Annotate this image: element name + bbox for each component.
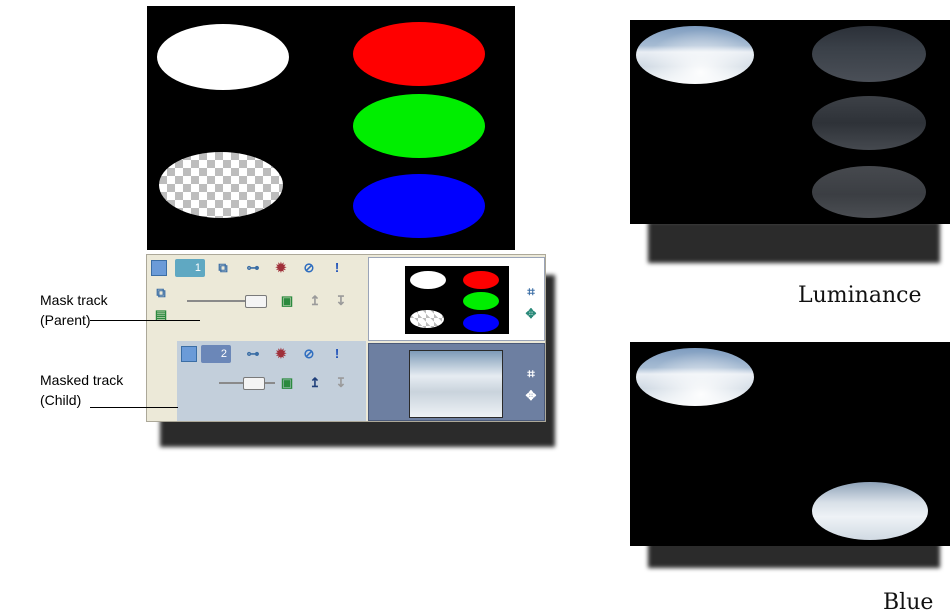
red-oval [353, 22, 485, 86]
blue-preview [630, 342, 950, 546]
crop-icon[interactable]: ⌗ [523, 284, 539, 300]
dim-snow-oval [812, 26, 926, 82]
level-slider-thumb[interactable] [245, 295, 267, 308]
track-panel: 1 ⧉ ⊶ ✹ ⊘ ! ⧉ ▣ ↥ ↧ ▤ 2 ⊶ ✹ ⊘ ! ▣ ↥ ↧ ⌗ … [146, 254, 546, 422]
masked-track-leader-line [90, 407, 178, 408]
luminance-caption: Luminance [798, 283, 922, 308]
track-number-badge[interactable]: 2 [201, 345, 231, 363]
dim-snow-oval [812, 166, 926, 218]
snow-thumbnail [409, 350, 503, 418]
track-media-child[interactable]: ⌗ ✥ [368, 343, 545, 421]
mask-track-leader-line [90, 320, 200, 321]
track-header-parent[interactable]: 1 ⧉ ⊶ ✹ ⊘ ! ⧉ ▣ ↥ ↧ ▤ [147, 255, 366, 341]
masked-track-label: Masked track (Child) [40, 370, 123, 410]
masked-track-label-line1: Masked track [40, 372, 124, 388]
pan-icon[interactable]: ✥ [523, 388, 539, 404]
white-oval [157, 24, 289, 90]
track-number-badge[interactable]: 1 [175, 259, 205, 277]
white-oval [410, 271, 446, 289]
mute-icon[interactable]: ⊘ [301, 346, 317, 362]
dim-snow-oval [812, 96, 926, 150]
track-fx-icon[interactable]: ✹ [273, 260, 289, 276]
green-oval [463, 292, 499, 310]
solo-icon[interactable]: ! [329, 259, 345, 275]
level-slider-thumb[interactable] [243, 377, 265, 390]
mask-preview-frame [147, 6, 515, 250]
luminance-preview-shadow [648, 221, 940, 263]
compositing-mode-icon[interactable]: ⧉ [215, 260, 231, 276]
track-collapse-icon[interactable] [151, 260, 167, 276]
make-child-icon[interactable]: ↧ [333, 293, 349, 309]
mask-generator-icon[interactable]: ▣ [279, 375, 295, 391]
blue-oval [463, 314, 499, 332]
solo-icon[interactable]: ! [329, 345, 345, 361]
blue-oval [353, 174, 485, 238]
transparent-oval [159, 152, 283, 218]
track-motion-icon[interactable]: ⊶ [245, 260, 261, 276]
track-fx-icon[interactable]: ✹ [273, 346, 289, 362]
blue-caption: Blue [883, 590, 934, 615]
snow-oval [636, 26, 754, 84]
crop-icon[interactable]: ⌗ [523, 366, 539, 382]
red-oval [463, 271, 499, 289]
make-parent-icon[interactable]: ↥ [307, 375, 323, 391]
pan-icon[interactable]: ✥ [523, 306, 539, 322]
make-parent-icon[interactable]: ↥ [307, 293, 323, 309]
mask-generator-icon[interactable]: ▣ [279, 293, 295, 309]
track-collapse-icon[interactable] [181, 346, 197, 362]
track-motion-icon[interactable]: ⊶ [245, 346, 261, 362]
track-header-child[interactable]: 2 ⊶ ✹ ⊘ ! ▣ ↥ ↧ [177, 341, 366, 421]
mute-icon[interactable]: ⊘ [301, 260, 317, 276]
mask-track-label: Mask track (Parent) [40, 290, 108, 330]
mask-thumbnail [405, 266, 509, 334]
mask-track-label-line1: Mask track [40, 292, 108, 308]
snow-oval [636, 348, 754, 406]
luminance-preview [630, 20, 950, 224]
track-media-parent[interactable]: ⌗ ✥ [368, 257, 545, 341]
parent-compositing-icon[interactable]: ⧉ [153, 285, 169, 301]
transparent-oval [410, 310, 444, 328]
green-oval [353, 94, 485, 158]
make-child-icon[interactable]: ↧ [333, 375, 349, 391]
snow-oval [812, 482, 928, 540]
